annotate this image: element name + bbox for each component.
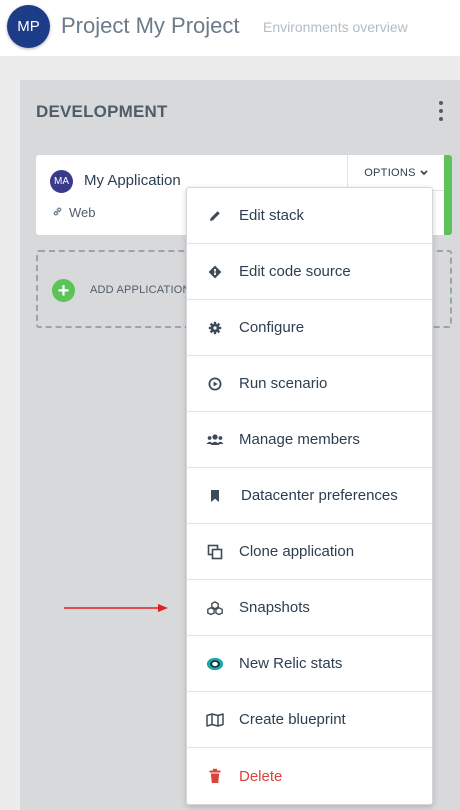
options-label: OPTIONS xyxy=(364,166,416,179)
app-avatar: MA xyxy=(50,170,73,193)
add-application-label: ADD APPLICATION xyxy=(90,284,191,296)
menu-item-label: Manage members xyxy=(239,431,360,448)
options-button[interactable]: OPTIONS xyxy=(347,155,444,191)
app-link-label: Web xyxy=(69,205,96,220)
git-icon xyxy=(206,263,224,281)
cubes-icon xyxy=(206,599,224,617)
link-icon xyxy=(52,206,63,220)
menu-item-datacenter-preferences[interactable]: Datacenter preferences xyxy=(187,468,432,524)
menu-item-create-blueprint[interactable]: Create blueprint xyxy=(187,692,432,748)
gear-icon xyxy=(206,319,224,337)
new-relic-icon xyxy=(206,655,224,673)
environment-menu-icon[interactable] xyxy=(438,101,444,121)
users-icon xyxy=(206,431,224,449)
menu-item-manage-members[interactable]: Manage members xyxy=(187,412,432,468)
app-web-link[interactable]: Web xyxy=(52,205,96,220)
map-icon xyxy=(206,711,224,729)
environment-title: DEVELOPMENT xyxy=(36,102,168,121)
options-dropdown-menu: Edit stack Edit code source Configure Ru… xyxy=(186,187,433,805)
plus-circle-icon: + xyxy=(52,279,75,302)
annotation-arrow-icon xyxy=(64,604,168,612)
top-header: MP Project My Project Environments overv… xyxy=(0,0,460,56)
menu-item-label: Delete xyxy=(239,767,283,785)
menu-item-clone-application[interactable]: Clone application xyxy=(187,524,432,580)
trash-icon xyxy=(206,767,224,785)
menu-item-snapshots[interactable]: Snapshots xyxy=(187,580,432,636)
menu-item-run-scenario[interactable]: Run scenario xyxy=(187,356,432,412)
menu-item-label: Create blueprint xyxy=(239,711,346,728)
menu-item-label: Clone application xyxy=(239,543,355,560)
project-title: Project My Project xyxy=(61,13,240,38)
menu-item-label: Edit code source xyxy=(239,263,351,280)
menu-item-label: Snapshots xyxy=(239,599,310,616)
app-name[interactable]: My Application xyxy=(84,172,181,189)
menu-item-edit-stack[interactable]: Edit stack xyxy=(187,188,432,244)
menu-item-label: Edit stack xyxy=(239,207,305,224)
menu-item-label: Datacenter preferences xyxy=(241,487,398,504)
page-subtitle: Environments overview xyxy=(263,19,408,35)
menu-item-configure[interactable]: Configure xyxy=(187,300,432,356)
chevron-down-icon xyxy=(420,167,428,179)
pencil-icon xyxy=(206,207,224,225)
menu-item-label: Run scenario xyxy=(239,375,328,392)
clone-icon xyxy=(206,543,224,561)
bookmark-icon xyxy=(206,487,224,505)
menu-item-edit-code-source[interactable]: Edit code source xyxy=(187,244,432,300)
menu-item-label: New Relic stats xyxy=(239,655,343,672)
menu-item-new-relic-stats[interactable]: New Relic stats xyxy=(187,636,432,692)
menu-item-delete[interactable]: Delete xyxy=(187,748,432,804)
menu-item-label: Configure xyxy=(239,319,305,336)
project-avatar[interactable]: MP xyxy=(7,5,50,48)
play-circle-icon xyxy=(206,375,224,393)
